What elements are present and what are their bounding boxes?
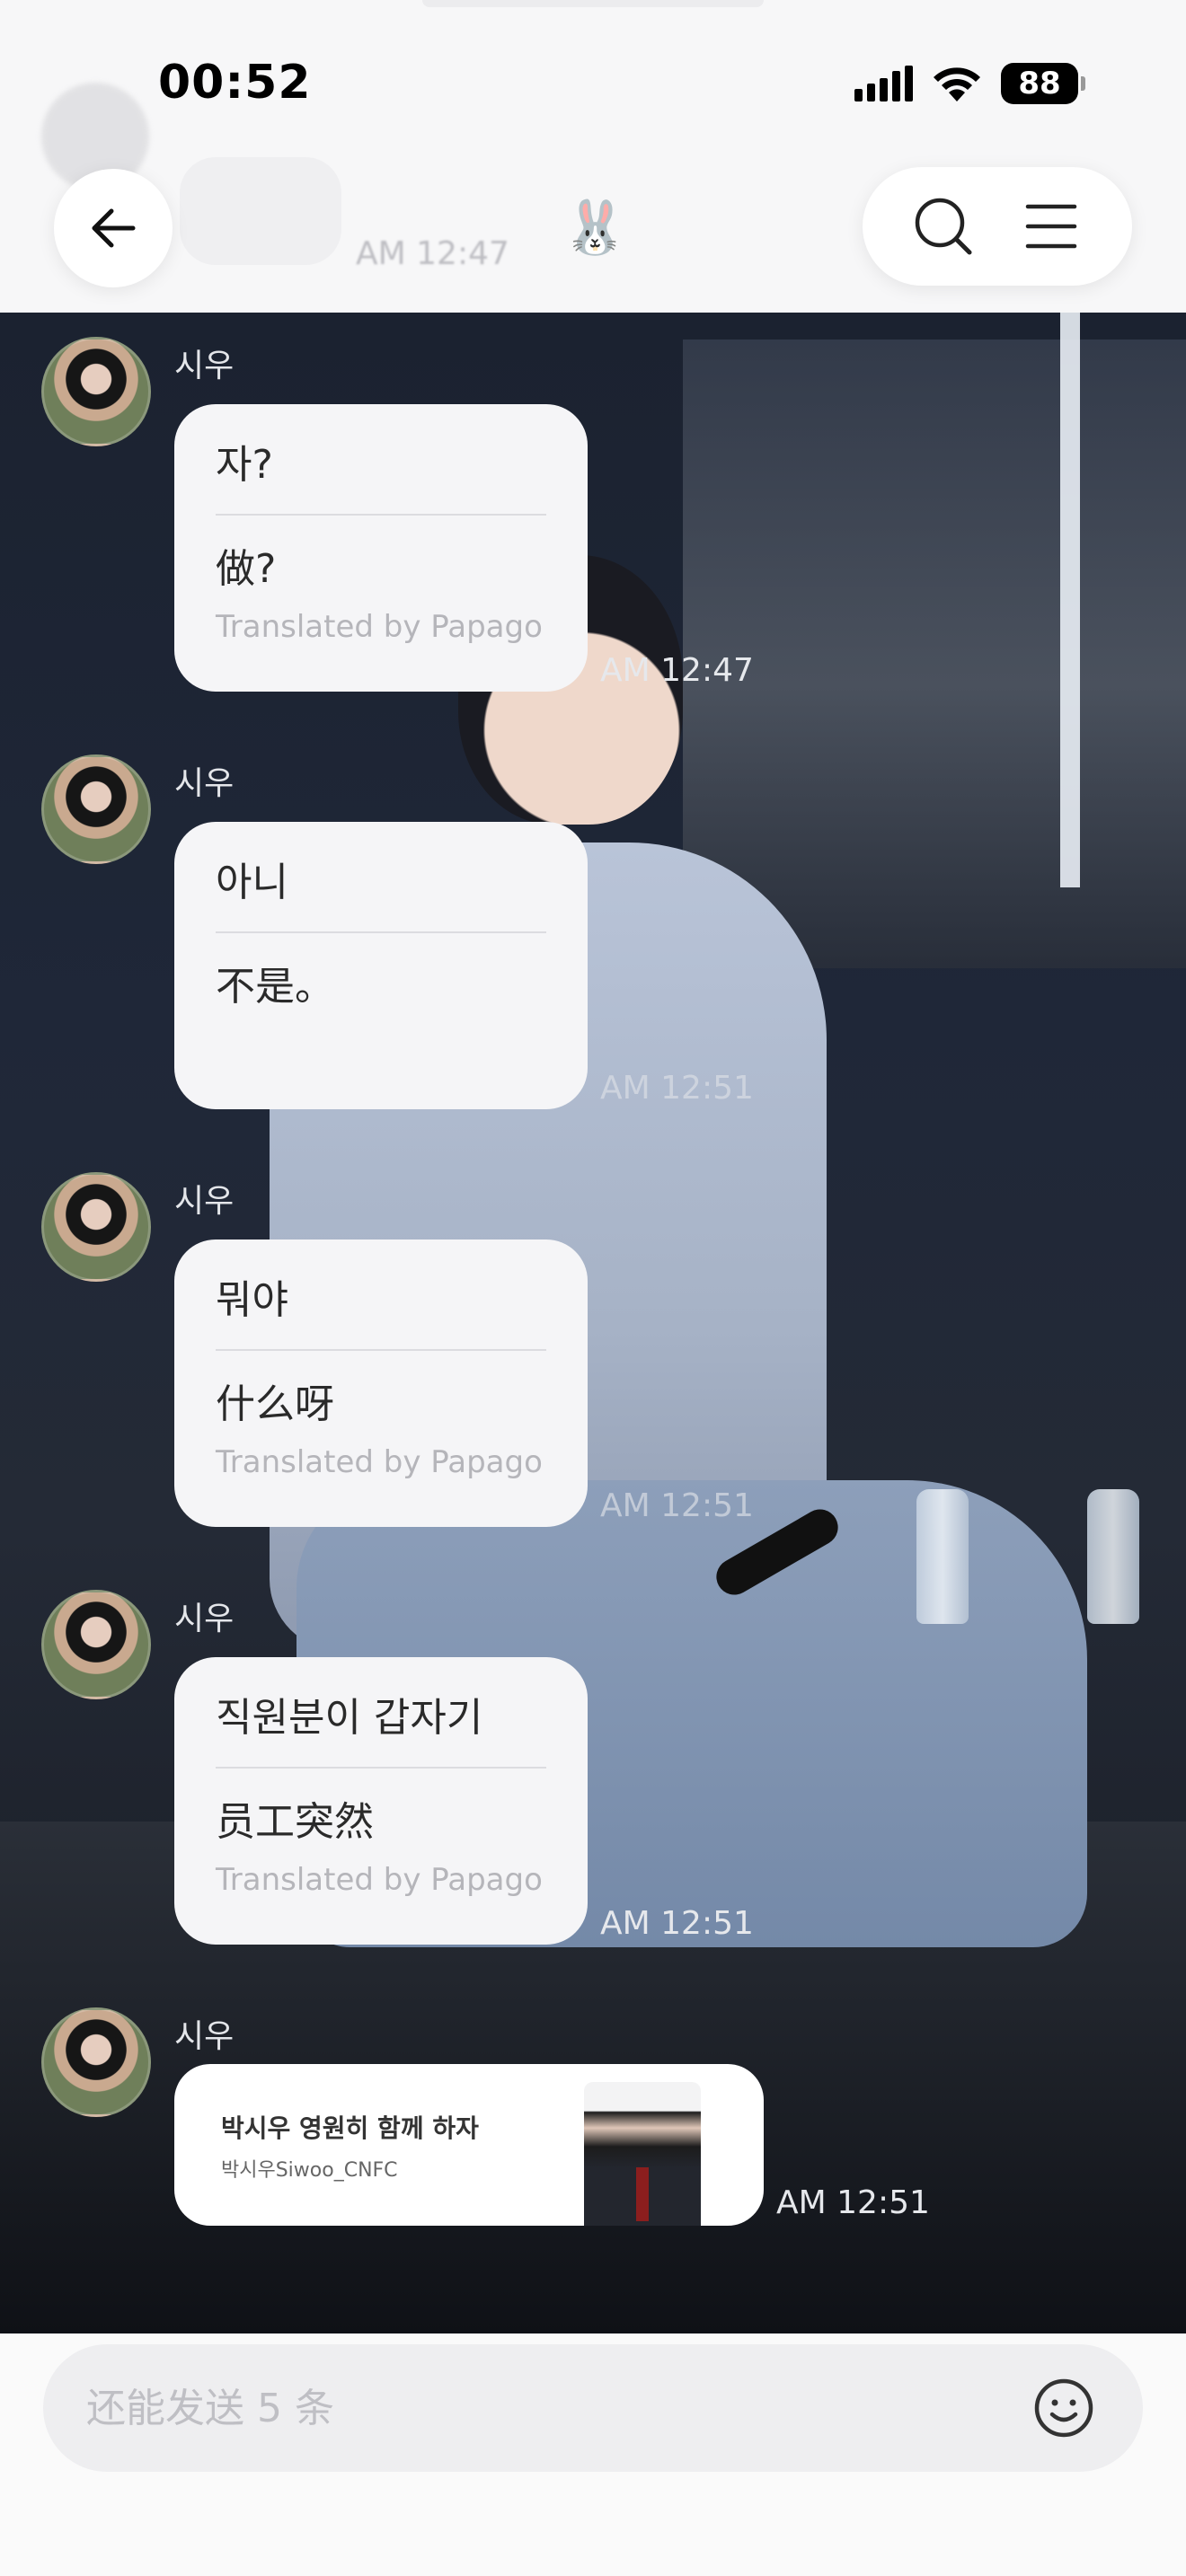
sender-avatar[interactable] xyxy=(41,1590,151,1699)
sender-avatar[interactable] xyxy=(41,337,151,446)
sender-name: 시우 xyxy=(174,1601,235,1637)
translated-text: 做? xyxy=(216,546,277,592)
translation-credit: Translated by Papago xyxy=(216,1862,543,1898)
previous-message-bubble xyxy=(180,157,341,265)
water-bottle xyxy=(916,1489,969,1624)
message-time: AM 12:51 xyxy=(600,1070,754,1107)
previous-message-time: AM 12:47 xyxy=(356,235,509,272)
battery-icon: 88 xyxy=(1001,63,1085,104)
emoji-button[interactable] xyxy=(1028,2372,1100,2444)
original-text: 직원분이 갑자기 xyxy=(216,1695,483,1741)
translation-divider xyxy=(216,514,546,516)
header-actions xyxy=(863,167,1132,286)
sender-name: 시우 xyxy=(174,1183,235,1220)
search-button[interactable] xyxy=(907,190,979,262)
message-bubble[interactable]: 아니 不是。 xyxy=(174,822,588,1109)
menu-button[interactable] xyxy=(1015,190,1087,262)
sender-name: 시우 xyxy=(174,348,235,384)
sender-avatar[interactable] xyxy=(41,1172,151,1282)
stage-screen xyxy=(683,340,1186,968)
translated-text: 不是。 xyxy=(216,964,334,1010)
message-bubble[interactable]: 뭐야 什么呀 Translated by Papago xyxy=(174,1239,588,1527)
translated-text: 什么呀 xyxy=(216,1381,334,1427)
top-bar: AM 12:47 00:52 88 🐰 xyxy=(0,0,1186,313)
message-bubble[interactable]: 직원분이 갑자기 员工突然 Translated by Papago xyxy=(174,1657,588,1945)
message-time: AM 12:51 xyxy=(600,1487,754,1524)
chat-title-emoji: 🐰 xyxy=(562,197,628,258)
stage-pillar xyxy=(1060,313,1080,887)
translation-divider xyxy=(216,931,546,933)
link-card-thumbnail xyxy=(584,2082,701,2226)
water-bottle xyxy=(1087,1489,1139,1624)
message-time: AM 12:51 xyxy=(600,1905,754,1942)
sender-avatar[interactable] xyxy=(41,2007,151,2117)
arrow-left-icon xyxy=(92,208,136,248)
search-icon xyxy=(915,198,972,255)
sender-avatar[interactable] xyxy=(41,754,151,864)
cellular-signal-icon xyxy=(854,66,913,101)
translation-credit: Translated by Papago xyxy=(216,1444,543,1480)
message-bubble[interactable]: 자? 做? Translated by Papago xyxy=(174,404,588,692)
original-text: 아니 xyxy=(216,860,288,905)
translated-text: 员工突然 xyxy=(216,1799,374,1845)
translation-credit: Translated by Papago xyxy=(216,609,543,645)
translation-divider xyxy=(216,1349,546,1351)
original-text: 뭐야 xyxy=(216,1277,288,1323)
translation-divider xyxy=(216,1767,546,1769)
back-button[interactable] xyxy=(54,169,173,287)
menu-icon xyxy=(1025,204,1077,249)
notch xyxy=(422,0,764,7)
sender-name: 시우 xyxy=(174,2018,235,2055)
message-input[interactable] xyxy=(86,2385,1028,2431)
status-time: 00:52 xyxy=(158,56,312,110)
link-card[interactable]: 박시우 영원히 함께 하자 박시우Siwoo_CNFC xyxy=(174,2064,764,2226)
message-composer xyxy=(43,2344,1143,2472)
smiley-icon xyxy=(1034,2378,1093,2438)
wifi-icon xyxy=(934,67,980,101)
sender-name: 시우 xyxy=(174,765,235,802)
original-text: 자? xyxy=(216,442,273,488)
status-icons: 88 xyxy=(854,63,1085,104)
message-time: AM 12:51 xyxy=(776,2184,930,2221)
message-time: AM 12:47 xyxy=(600,652,754,689)
